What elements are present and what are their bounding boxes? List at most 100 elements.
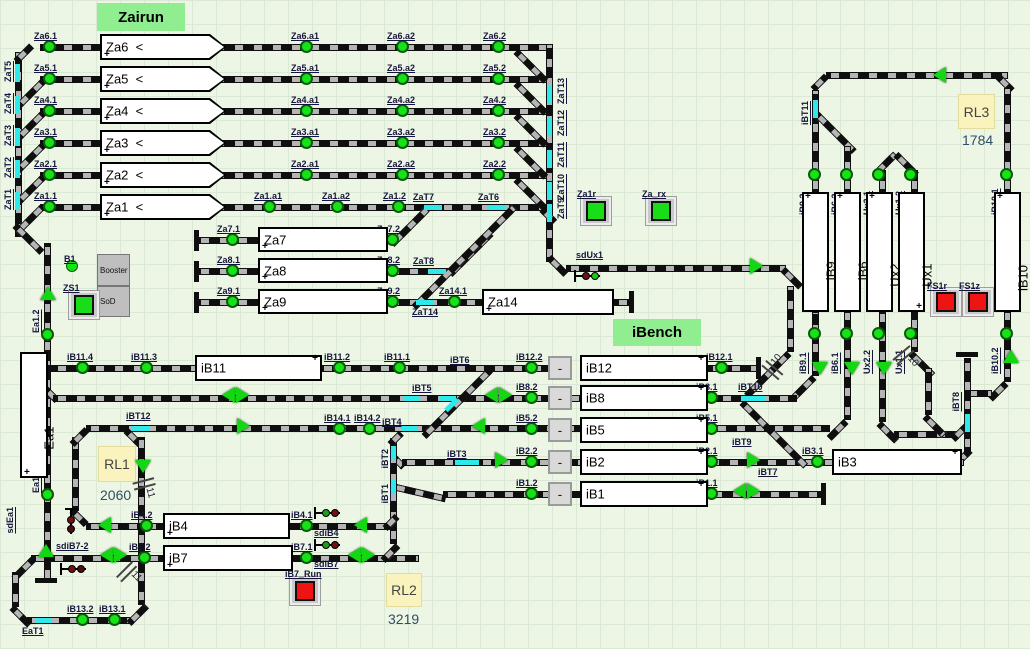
pushbutton-FS1r[interactable]: [930, 287, 962, 317]
sensor-Za4.2[interactable]: [492, 104, 505, 117]
signal-sdEa1[interactable]: [64, 508, 94, 538]
route-minus-button[interactable]: -: [548, 482, 572, 506]
block-Ux2[interactable]: Ux2+: [866, 192, 893, 312]
sensor-Ux1.1[interactable]: [904, 327, 917, 340]
turnout-indicator[interactable]: [15, 160, 20, 178]
sensor-iB5.2[interactable]: [525, 422, 538, 435]
sensor-Za2.a2[interactable]: [396, 168, 409, 181]
turnout-indicator[interactable]: [15, 96, 20, 114]
turnout-indicator[interactable]: [391, 446, 396, 460]
turnout-indicator[interactable]: [402, 426, 418, 431]
route-minus-button[interactable]: -: [548, 386, 572, 410]
pushbutton-Za_rx[interactable]: [645, 196, 677, 226]
turnout-indicator[interactable]: [965, 414, 970, 432]
turnout-indicator[interactable]: [547, 118, 552, 136]
turnout-indicator[interactable]: [428, 269, 446, 274]
sensor-iB2.2[interactable]: [525, 455, 538, 468]
sensor-Za2.a1[interactable]: [300, 168, 313, 181]
sensor-iB11.4[interactable]: [76, 361, 89, 374]
sensor-iB9.1[interactable]: [808, 327, 821, 340]
turnout-indicator[interactable]: [741, 396, 765, 401]
sensor-Ux2.2[interactable]: [872, 327, 885, 340]
sensor-iB10.2[interactable]: [1000, 327, 1013, 340]
sensor-iB9.2[interactable]: [808, 168, 821, 181]
turnout-indicator[interactable]: [131, 426, 149, 431]
pushbutton-iB7_Run[interactable]: [289, 576, 321, 606]
turnout-indicator[interactable]: [15, 64, 20, 82]
pushbutton-Za1r[interactable]: [580, 196, 612, 226]
block-iB4[interactable]: iB4+: [163, 513, 290, 539]
block-iB10[interactable]: iB10+: [994, 192, 1021, 312]
turnout-indicator[interactable]: [813, 100, 818, 118]
sensor-Za1.a2[interactable]: [331, 200, 344, 213]
pushbutton-FS1z[interactable]: [962, 287, 994, 317]
block-Za4[interactable]: Za4 <+: [100, 98, 226, 124]
block-Za2[interactable]: Za2 <+: [100, 162, 226, 188]
turnout-indicator[interactable]: [391, 480, 396, 494]
sensor-Za1.2[interactable]: [392, 200, 405, 213]
turnout-indicator[interactable]: [15, 128, 20, 146]
route-minus-button[interactable]: -: [548, 356, 572, 380]
pushbutton-ZS1[interactable]: [68, 290, 100, 320]
sensor-Za6.2[interactable]: [492, 40, 505, 53]
sensor-Ux1.2[interactable]: [904, 168, 917, 181]
block-Za7[interactable]: Za7+: [258, 227, 388, 252]
sensor-iB8.2[interactable]: [525, 391, 538, 404]
sensor-iB11.1[interactable]: [393, 361, 406, 374]
sensor-Za6.1[interactable]: [43, 40, 56, 53]
sensor-Za7.1[interactable]: [226, 233, 239, 246]
block-Za8[interactable]: Za8+: [258, 258, 388, 283]
block-Za9[interactable]: Za9+: [258, 289, 388, 314]
route-label-rl2[interactable]: RL2: [386, 573, 422, 607]
sensor-iB7.2[interactable]: [138, 551, 151, 564]
block-Za6[interactable]: Za6 <+: [100, 34, 226, 60]
turnout-indicator[interactable]: [424, 205, 442, 210]
sensor-iB6.1[interactable]: [840, 327, 853, 340]
block-Za3[interactable]: Za3 <+: [100, 130, 226, 156]
sensor-Za3.1[interactable]: [43, 136, 56, 149]
block-iB5[interactable]: iB5+: [580, 417, 708, 443]
sensor-iB4.2[interactable]: [140, 519, 153, 532]
turnout-indicator[interactable]: [547, 86, 552, 104]
sensor-Ux2.1[interactable]: [872, 168, 885, 181]
block-Za5[interactable]: Za5 <+: [100, 66, 226, 92]
turnout-indicator[interactable]: [15, 192, 20, 210]
block-Za1[interactable]: Za1 <+: [100, 194, 226, 220]
sensor-iB12.2[interactable]: [525, 361, 538, 374]
route-label-rl3[interactable]: RL3: [958, 94, 995, 129]
sensor-Za4.a1[interactable]: [300, 104, 313, 117]
turnout-indicator[interactable]: [404, 396, 420, 401]
sensor-Za5.2[interactable]: [492, 72, 505, 85]
sensor-iB6.2[interactable]: [840, 168, 853, 181]
turnout-indicator[interactable]: [455, 460, 479, 465]
sensor-Za1.1[interactable]: [43, 200, 56, 213]
route-label-rl1[interactable]: RL1: [98, 446, 136, 482]
sensor-iB12.1[interactable]: [715, 361, 728, 374]
sensor-iB11.2[interactable]: [333, 361, 346, 374]
block-iB3[interactable]: iB3+: [832, 449, 962, 475]
signal-sdUx1[interactable]: [574, 269, 604, 299]
block-iB12[interactable]: iB12+: [580, 355, 708, 381]
sensor-Za5.1[interactable]: [43, 72, 56, 85]
sensor-iB14.2[interactable]: [363, 422, 376, 435]
sensor-iB3.1[interactable]: [811, 455, 824, 468]
sensor-Za14.1[interactable]: [448, 295, 461, 308]
sensor-iB4.1[interactable]: [300, 519, 313, 532]
sensor-Za4.a2[interactable]: [396, 104, 409, 117]
turnout-indicator[interactable]: [547, 204, 552, 222]
sensor-Za3.a1[interactable]: [300, 136, 313, 149]
block-iB1[interactable]: iB1+: [580, 481, 708, 507]
sensor-Za8.1[interactable]: [226, 264, 239, 277]
block-iB9[interactable]: iB9+: [802, 192, 829, 312]
sensor-Ea1.2[interactable]: [41, 328, 54, 341]
signal-sdiB7-2[interactable]: [60, 562, 90, 592]
turnout-indicator[interactable]: [416, 300, 434, 305]
sensor-iB10.1[interactable]: [1000, 168, 1013, 181]
sensor-iB13.1[interactable]: [108, 613, 121, 626]
sensor-Za1.a1[interactable]: [263, 200, 276, 213]
turnout-indicator[interactable]: [36, 618, 52, 623]
turnout-indicator[interactable]: [547, 150, 552, 168]
sensor-iB14.1[interactable]: [333, 422, 346, 435]
sensor-Za4.1[interactable]: [43, 104, 56, 117]
block-iB11[interactable]: iB11+: [195, 355, 322, 381]
